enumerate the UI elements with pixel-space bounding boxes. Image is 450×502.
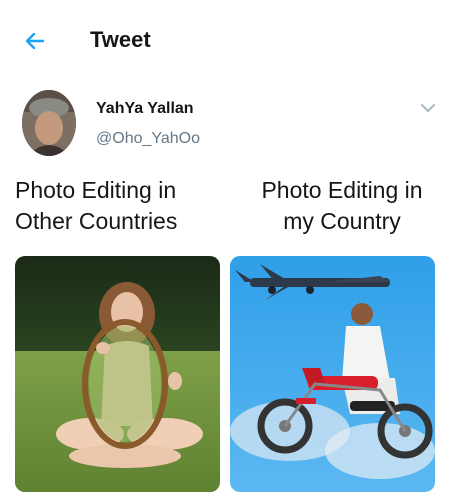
more-options-button[interactable] xyxy=(418,100,438,116)
author-handle[interactable]: @Oho_YahOo xyxy=(96,130,200,148)
caption-right-line1: Photo Editing in xyxy=(261,177,423,203)
caption-left-line1: Photo Editing in xyxy=(15,177,177,203)
photo-girl-with-mirror[interactable] xyxy=(15,256,220,492)
caption-left: Photo Editing in Other Countries xyxy=(15,175,215,237)
caption-right-line2: my Country xyxy=(283,208,401,234)
caption-right: Photo Editing in my Country xyxy=(234,175,450,237)
caption-left-line2: Other Countries xyxy=(15,208,178,234)
avatar[interactable] xyxy=(22,90,76,156)
page-title: Tweet xyxy=(90,27,151,52)
arrow-left-icon xyxy=(25,32,45,50)
photo-man-on-motorbike-with-airplane[interactable] xyxy=(230,256,435,492)
chevron-down-icon xyxy=(421,104,435,112)
top-bar: Tweet xyxy=(0,0,450,78)
author-name[interactable]: YahYa Yallan xyxy=(96,100,194,118)
back-button[interactable] xyxy=(18,24,52,58)
